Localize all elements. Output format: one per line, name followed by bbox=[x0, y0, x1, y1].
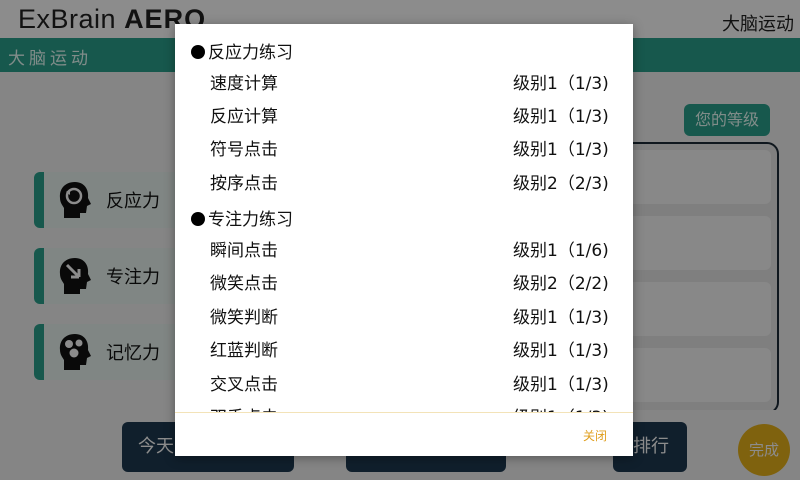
section-title: 反应力练习 bbox=[208, 43, 293, 63]
list-item[interactable]: 按序点击 级别2（2/3) bbox=[175, 164, 633, 197]
list-item[interactable]: 微笑点击 级别2（2/2) bbox=[175, 264, 633, 297]
exercise-level: 级别1（1/3) bbox=[513, 375, 609, 395]
list-item[interactable]: 符号点击 级别1（1/3) bbox=[175, 130, 633, 163]
exercise-name: 速度计算 bbox=[210, 74, 278, 94]
exercise-name: 双手点击 bbox=[210, 403, 278, 412]
list-item[interactable]: 速度计算 级别1（1/3) bbox=[175, 64, 633, 97]
list-item[interactable]: 交叉点击 级别1（1/3) bbox=[175, 365, 633, 398]
list-item[interactable]: 双手点击 级别1（1/3) bbox=[175, 398, 633, 412]
close-button[interactable]: 关闭 bbox=[583, 427, 607, 444]
exercise-level: 级别1（1/3) bbox=[513, 308, 609, 328]
list-item[interactable]: 红蓝判断 级别1（1/3) bbox=[175, 331, 633, 364]
exercise-level: 级别1（1/3) bbox=[513, 74, 609, 94]
exercise-level: 级别2（2/3) bbox=[513, 174, 609, 194]
exercise-name: 按序点击 bbox=[210, 174, 278, 194]
exercise-name: 符号点击 bbox=[210, 140, 278, 160]
bullet-icon bbox=[191, 45, 205, 59]
exercise-level: 级别1（1/3) bbox=[513, 107, 609, 127]
exercise-level: 级别1（1/3) bbox=[513, 403, 609, 412]
section-header-reaction: 反应力练习 bbox=[191, 38, 293, 63]
exercise-name: 瞬间点击 bbox=[210, 241, 278, 261]
exercise-level: 级别1（1/3) bbox=[513, 341, 609, 361]
bullet-icon bbox=[191, 212, 205, 226]
exercise-name: 反应计算 bbox=[210, 107, 278, 127]
dialog-divider bbox=[175, 412, 633, 413]
list-item[interactable]: 微笑判断 级别1（1/3) bbox=[175, 298, 633, 331]
training-list[interactable]: 反应力练习 速度计算 级别1（1/3) 反应计算 级别1（1/3) 符号点击 级… bbox=[175, 24, 633, 412]
exercise-level: 级别1（1/3) bbox=[513, 140, 609, 160]
list-item[interactable]: 瞬间点击 级别1（1/6) bbox=[175, 231, 633, 264]
training-levels-dialog: 反应力练习 速度计算 级别1（1/3) 反应计算 级别1（1/3) 符号点击 级… bbox=[175, 24, 633, 456]
exercise-name: 微笑点击 bbox=[210, 274, 278, 294]
exercise-name: 微笑判断 bbox=[210, 308, 278, 328]
exercise-name: 交叉点击 bbox=[210, 375, 278, 395]
section-title: 专注力练习 bbox=[208, 210, 293, 230]
section-header-focus: 专注力练习 bbox=[191, 205, 293, 230]
exercise-level: 级别1（1/6) bbox=[513, 241, 609, 261]
list-item[interactable]: 反应计算 级别1（1/3) bbox=[175, 97, 633, 130]
exercise-name: 红蓝判断 bbox=[210, 341, 278, 361]
exercise-level: 级别2（2/2) bbox=[513, 274, 609, 294]
